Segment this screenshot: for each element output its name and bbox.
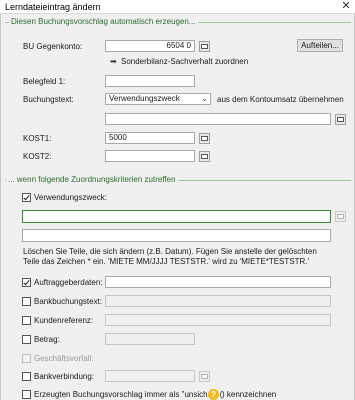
bankbuchungstext-input[interactable] <box>105 295 331 307</box>
verwendungszweck-label: Verwendungszweck: <box>34 193 107 202</box>
kost2-input[interactable] <box>105 150 195 162</box>
verwendungszweck-lookup-button[interactable] <box>335 211 346 222</box>
lookup-icon <box>201 44 208 49</box>
verwendungszweck-hint-line1: Löschen Sie Teile, die sich ändern (z.B.… <box>23 247 317 256</box>
buchungstext-label: Buchungstext: <box>23 95 74 104</box>
dialog-body: Diesen Buchungsvorschlag automatisch erz… <box>0 14 355 400</box>
checkmark-icon <box>23 193 30 201</box>
bankverbindung-checkbox[interactable] <box>22 372 31 381</box>
betrag-label: Betrag: <box>34 335 60 344</box>
verwendungszweck-checkbox[interactable] <box>22 193 31 202</box>
kost1-input[interactable]: 5000 <box>105 132 195 144</box>
section-label-suggestion: Diesen Buchungsvorschlag automatisch erz… <box>9 17 198 27</box>
kost1-label: KOST1: <box>23 134 52 143</box>
buchungstext-extra-input[interactable] <box>105 113 331 125</box>
auftraggeberdaten-label: Auftraggeberdaten: <box>34 278 103 287</box>
lookup-icon <box>337 214 344 219</box>
buchungstext-selected-value: Verwendungszweck <box>109 94 180 103</box>
sonderbilanz-link[interactable]: Sonderbilanz-Sachverhalt zuordnen <box>121 56 248 67</box>
lookup-icon <box>201 136 208 141</box>
belegfeld1-label: Belegfeld 1: <box>23 77 66 86</box>
arrow-right-icon: ➡ <box>110 57 117 66</box>
betrag-checkbox[interactable] <box>22 335 31 344</box>
kundenreferenz-checkbox[interactable] <box>22 316 31 325</box>
geschaeftsvorfall-label: Geschäftsvorfall: <box>34 354 94 363</box>
checkmark-icon <box>23 278 30 286</box>
close-icon[interactable]: ✕ <box>339 0 353 13</box>
lookup-icon <box>201 154 208 159</box>
belegfeld1-input[interactable] <box>105 75 195 87</box>
buchungstext-lookup-button[interactable] <box>335 114 346 125</box>
verwendungszweck-pattern-input[interactable] <box>22 229 331 242</box>
bu-gegenkonto-lookup-button[interactable] <box>199 41 210 52</box>
kundenreferenz-input[interactable] <box>105 314 331 326</box>
section-label-criteria: ... wenn folgende Zuordnungskriterien zu… <box>6 175 178 185</box>
buchungstext-suffix: aus dem Kontoumsatz übernehmen <box>217 95 344 104</box>
auftraggeberdaten-input[interactable] <box>105 276 331 288</box>
kundenreferenz-label: Kundenreferenz: <box>34 316 94 325</box>
unsicher-checkbox[interactable] <box>22 390 31 399</box>
bu-gegenkonto-input[interactable]: 6504 0 <box>105 40 195 52</box>
lookup-icon <box>201 374 208 379</box>
window-titlebar: Lerndateieintrag ändern ✕ <box>0 0 355 14</box>
auftraggeberdaten-checkbox[interactable] <box>22 278 31 287</box>
bankbuchungstext-checkbox[interactable] <box>22 297 31 306</box>
aufteilen-button[interactable]: Aufteilen... <box>297 39 343 52</box>
bankverbindung-label: Bankverbindung: <box>34 372 95 381</box>
kost1-lookup-button[interactable] <box>199 133 210 144</box>
unsicher-label-start: Erzeugten Buchungsvorschlag immer als "u… <box>34 390 223 399</box>
verwendungszweck-hint-line2: Teile das Zeichen * ein. 'MIETE MM/JJJJ … <box>23 257 310 266</box>
unsicher-label-end: ) kennzeichnen <box>222 390 277 399</box>
buchungstext-select[interactable]: Verwendungszweck ⌄ <box>105 93 211 105</box>
bu-gegenkonto-label: BU Gegenkonto: <box>23 42 83 51</box>
bankbuchungstext-label: Bankbuchungstext: <box>34 297 103 306</box>
kost2-lookup-button[interactable] <box>199 151 210 162</box>
lookup-icon <box>337 117 344 122</box>
verwendungszweck-input[interactable] <box>22 210 331 223</box>
kost2-label: KOST2: <box>23 152 52 161</box>
bankverbindung-input[interactable] <box>105 370 195 382</box>
geschaeftsvorfall-checkbox[interactable] <box>22 354 31 363</box>
chevron-down-icon: ⌄ <box>201 94 208 103</box>
question-help-icon: ? <box>208 389 219 400</box>
betrag-input[interactable] <box>105 333 195 345</box>
window-title: Lerndateieintrag ändern <box>5 2 101 12</box>
bankverbindung-lookup-button[interactable] <box>199 371 210 382</box>
